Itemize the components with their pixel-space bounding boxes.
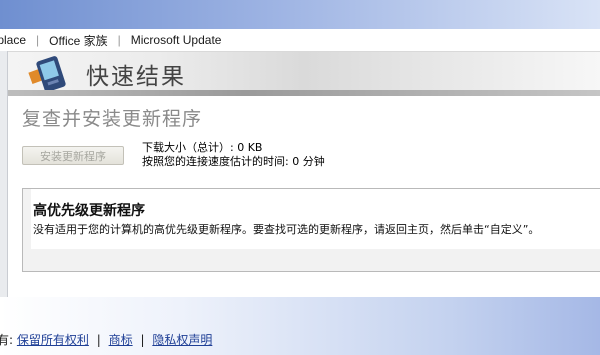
pda-device-icon (28, 56, 66, 92)
high-priority-title: 高优先级更新程序 (33, 203, 145, 219)
top-nav: tplace | Office 家族 | Microsoft Update (0, 29, 600, 52)
high-priority-content: 高优先级更新程序 没有适用于您的计算机的高优先级更新程序。要查找可选的更新程序，… (31, 189, 600, 249)
footer-link-trademarks[interactable]: 商标 (109, 333, 133, 347)
install-updates-button[interactable]: 安装更新程序 (22, 146, 124, 165)
banner: 快速结果 (8, 52, 600, 92)
footer-prefix: 有: (0, 333, 14, 347)
banner-title: 快速结果 (86, 64, 186, 90)
estimated-time: 按照您的连接速度估计的时间: 0 分钟 (142, 155, 325, 168)
nav-link-marketplace[interactable]: tplace (0, 33, 26, 47)
nav-link-office-family[interactable]: Office 家族 (49, 32, 107, 49)
page-title: 复查并安装更新程序 (22, 108, 203, 130)
footer-link-rights[interactable]: 保留所有权利 (17, 333, 89, 347)
footer-separator: | (140, 333, 145, 347)
top-header-band (0, 0, 600, 29)
left-gutter (0, 51, 8, 297)
high-priority-message: 没有适用于您的计算机的高优先级更新程序。要查找可选的更新程序，请返回主页，然后单… (33, 223, 540, 236)
download-size: 下载大小（总计）: 0 KB (142, 141, 263, 154)
nav-separator: | (117, 33, 121, 47)
footer: 有: 保留所有权利 | 商标 | 隐私权声明 (0, 331, 212, 348)
download-info: 下载大小（总计）: 0 KB 按照您的连接速度估计的时间: 0 分钟 (142, 141, 325, 169)
footer-link-privacy[interactable]: 隐私权声明 (152, 333, 212, 347)
footer-separator: | (96, 333, 101, 347)
nav-link-microsoft-update[interactable]: Microsoft Update (131, 33, 222, 47)
nav-separator: | (36, 33, 40, 47)
high-priority-panel: 高优先级更新程序 没有适用于您的计算机的高优先级更新程序。要查找可选的更新程序，… (22, 188, 600, 272)
banner-divider (8, 90, 600, 96)
